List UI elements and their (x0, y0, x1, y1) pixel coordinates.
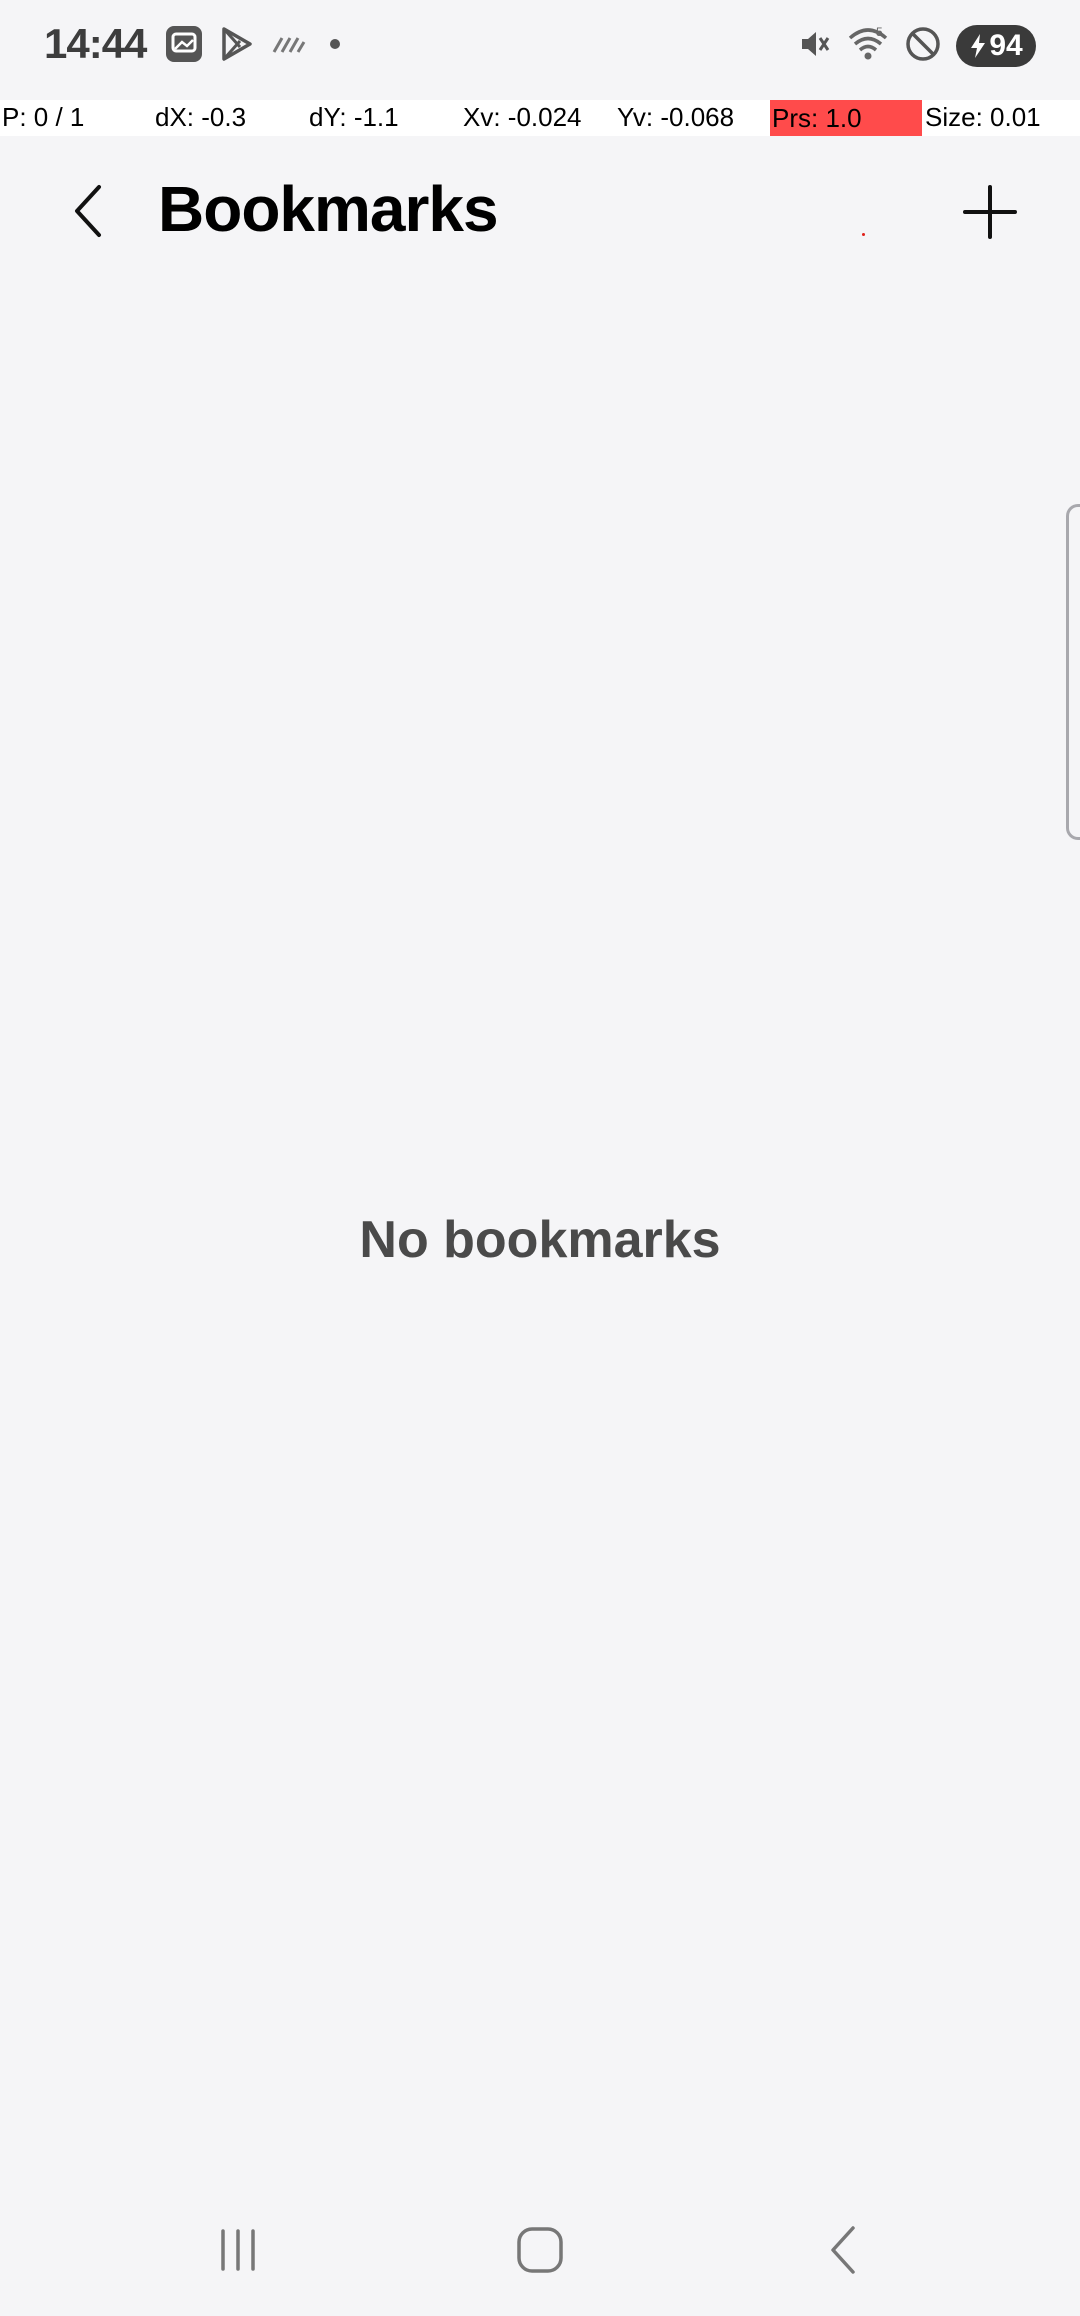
system-back-button[interactable] (793, 2220, 893, 2280)
app-bar: Bookmarks (0, 150, 1080, 270)
svg-text:5: 5 (876, 25, 883, 39)
mute-icon (796, 26, 832, 67)
navigation-bar (0, 2200, 1080, 2316)
page-title: Bookmarks (158, 173, 499, 245)
back-icon (831, 2226, 855, 2274)
add-bookmark-button[interactable] (954, 176, 1026, 248)
scroll-handle[interactable] (1066, 504, 1080, 840)
pointer-xv: Xv: -0.024 (463, 102, 582, 132)
pointer-yv: Yv: -0.068 (617, 102, 735, 132)
chevron-left-icon (75, 185, 101, 237)
pointer-pressure: Prs: 1.0 (770, 100, 922, 136)
pointer-dy: dY: -1.1 (309, 102, 399, 132)
notification-dot-icon (320, 34, 350, 59)
status-time: 14:44 (44, 20, 147, 67)
pointer-dx: dX: -0.3 (155, 102, 247, 132)
home-button[interactable] (490, 2220, 590, 2280)
home-icon (517, 2227, 563, 2273)
touch-indicator-dot (862, 233, 865, 236)
data-saver-icon (270, 32, 306, 61)
back-button[interactable] (54, 176, 124, 246)
status-bar: 14:44 5 94 (0, 0, 1080, 100)
battery-charging-icon: 94 (956, 25, 1036, 67)
do-not-disturb-icon (904, 25, 942, 68)
wifi-icon: 5 (846, 24, 890, 69)
recent-apps-button[interactable] (188, 2220, 288, 2280)
pointer-count: P: 0 / 1 (2, 102, 85, 132)
battery-level: 94 (989, 29, 1023, 62)
status-right-icons: 5 94 (796, 24, 1036, 68)
status-left-icons (164, 24, 350, 68)
play-store-icon (218, 25, 256, 68)
pointer-location-overlay: P: 0 / 1 dX: -0.3 dY: -1.1 Xv: -0.024 Yv… (0, 100, 1080, 136)
gallery-app-icon (164, 24, 204, 69)
recent-apps-icon (221, 2229, 255, 2271)
pointer-size: Size: 0.01 (925, 102, 1041, 132)
plus-icon (963, 185, 1017, 239)
empty-state-message: No bookmarks (359, 1211, 721, 1269)
